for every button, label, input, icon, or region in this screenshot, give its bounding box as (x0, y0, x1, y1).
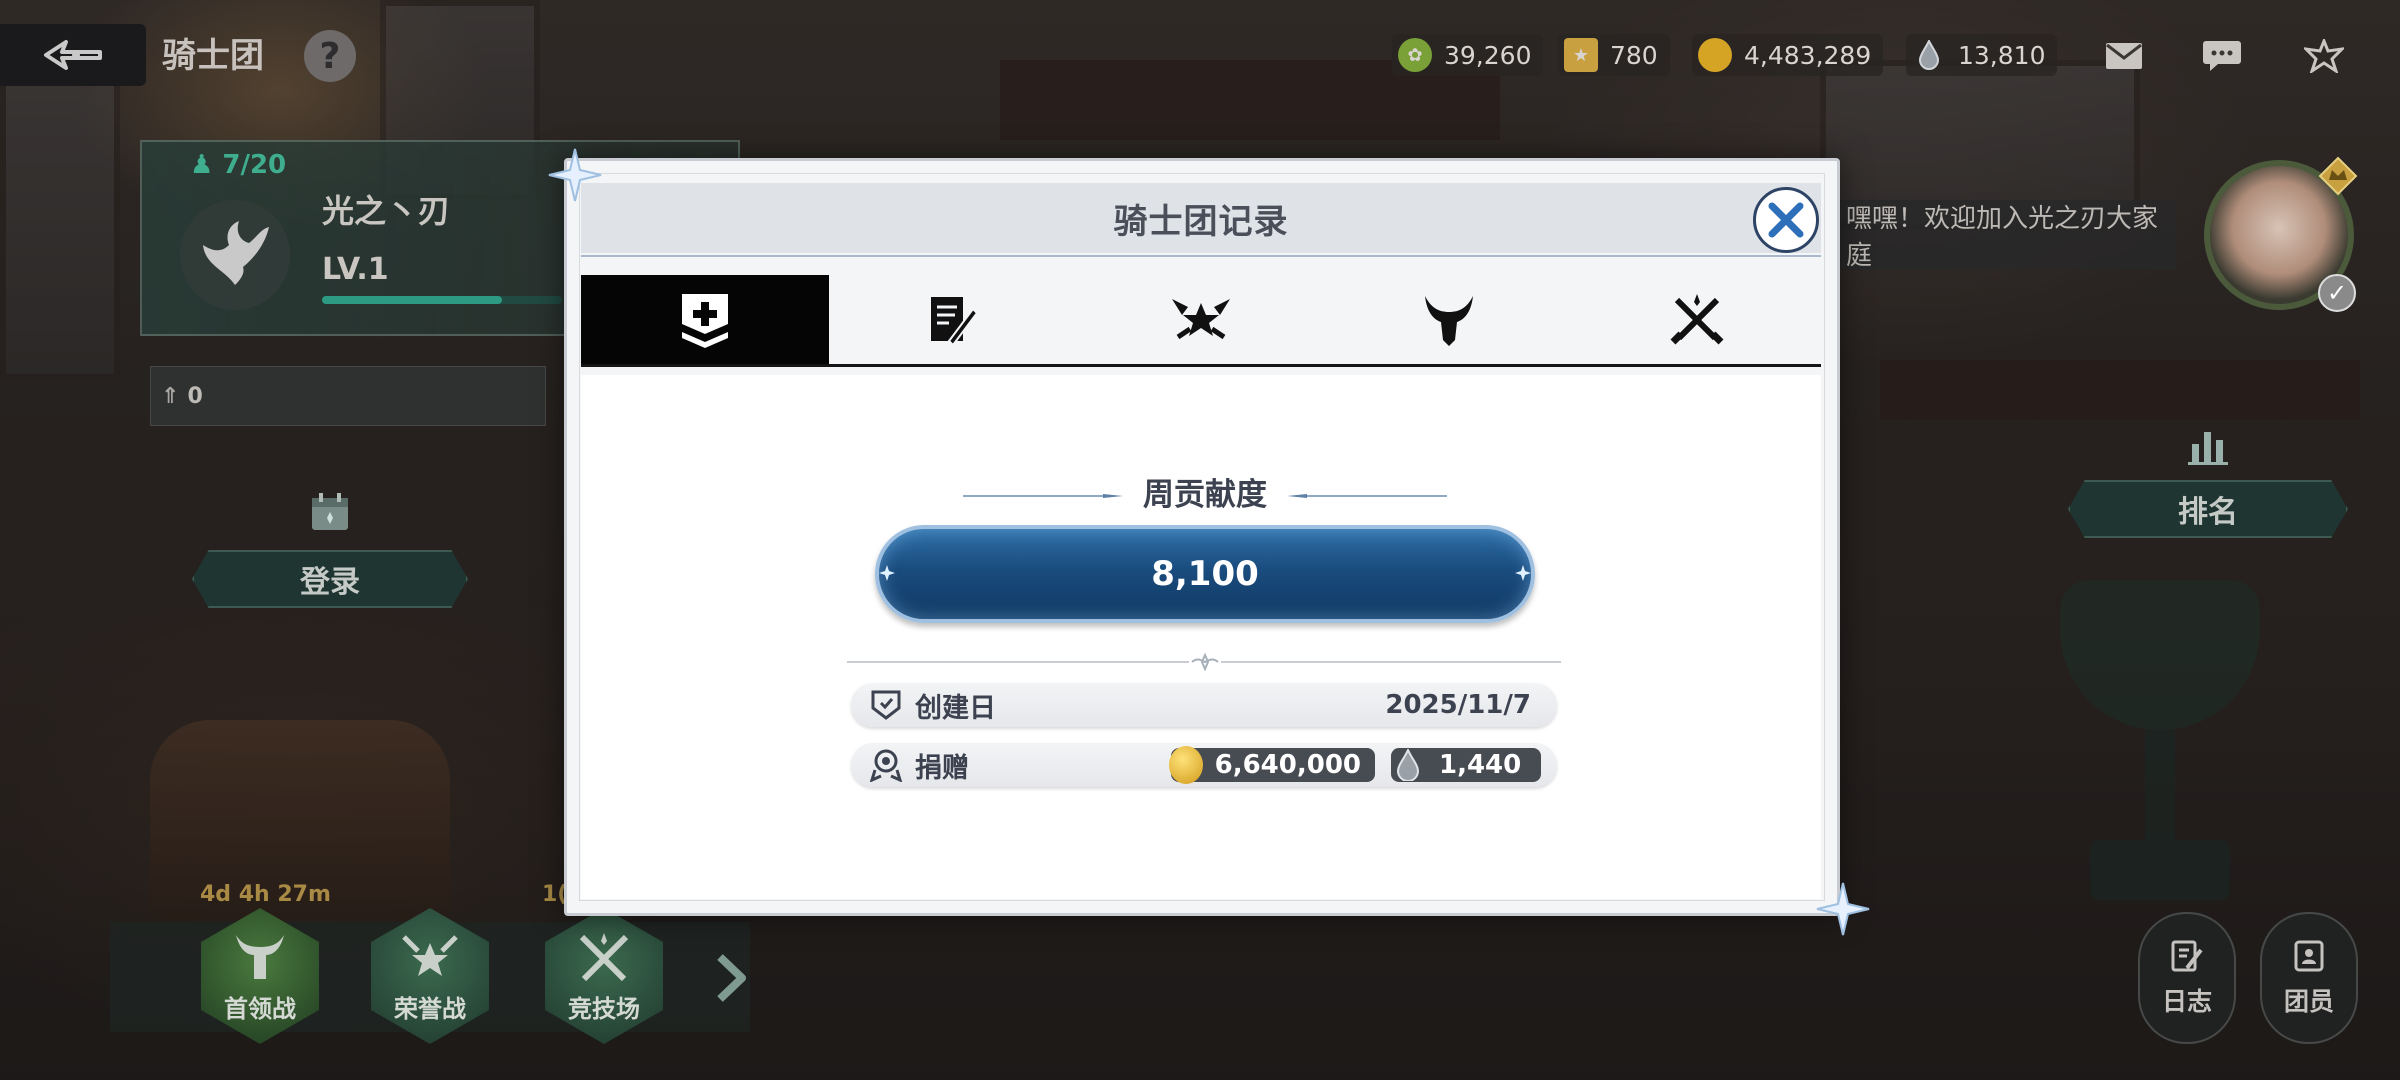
log-pen-icon (931, 296, 979, 347)
currency-medal[interactable]: ★ 780 (1558, 34, 1670, 76)
mail-button[interactable] (2102, 36, 2146, 76)
weekly-contribution-value: 8,100 (875, 525, 1535, 623)
page-title: 骑士团 (162, 36, 264, 76)
title-ornament-right (1287, 494, 1447, 498)
guild-xp-bar (322, 296, 562, 304)
back-button[interactable] (0, 24, 146, 86)
rank-up-icon: ⇑ (161, 383, 180, 409)
guild-member-count-value: 7/20 (222, 150, 287, 180)
currency-gold-coin[interactable]: 4,483,289 (1692, 34, 1884, 76)
crystal-drop-icon (1389, 746, 1427, 784)
chat-bubble-icon (2203, 41, 2241, 71)
donation-gold-value: 6,640,000 (1214, 750, 1361, 780)
created-date-label: 创建日 (915, 692, 996, 724)
green-coin-icon: ✿ (1398, 38, 1432, 72)
gold-coin-icon (1698, 38, 1732, 72)
donation-crystal-chip: 1,440 (1391, 748, 1541, 782)
boss-horns-icon (236, 935, 284, 979)
guild-name: 光之丶刃 (322, 192, 451, 230)
sparkle-icon (1515, 565, 1531, 581)
created-date-row: 创建日 2025/11/7 (851, 683, 1557, 727)
ranking-chart-icon (2186, 424, 2230, 468)
crown-icon (2316, 154, 2360, 198)
guild-shield-icon (682, 293, 728, 348)
header-divider (581, 255, 1821, 257)
record-tabs (581, 275, 1821, 367)
guild-rank-row: ⇑ 0 (150, 366, 546, 426)
donation-medal-icon (867, 746, 905, 784)
currency-crystal[interactable]: 13,810 (1906, 34, 2058, 76)
close-icon (1768, 202, 1804, 238)
dialog-title: 骑士团记录 (1113, 201, 1289, 242)
arena-swords-icon (1670, 293, 1724, 344)
guild-xp-fill (322, 296, 502, 304)
currency-value: 780 (1610, 40, 1658, 70)
donation-gold-chip: 6,640,000 (1169, 746, 1375, 784)
dock-item-label: 首领战 (224, 995, 296, 1023)
login-button[interactable]: 登录 (192, 550, 468, 608)
dock-next-button[interactable] (708, 950, 752, 1006)
ranking-button[interactable]: 排名 (2068, 480, 2348, 538)
tab-log[interactable] (829, 275, 1077, 364)
guild-emblem[interactable] (180, 200, 290, 310)
dock-item-label: 竞技场 (568, 995, 640, 1023)
settings-button[interactable] (2302, 36, 2346, 76)
member-card-icon (2294, 940, 2324, 972)
guild-member-count: ♟ 7/20 (190, 150, 286, 180)
guild-badge-icon (867, 686, 905, 724)
currency-value: 13,810 (1958, 40, 2046, 70)
honor-battle-button[interactable]: 荣誉战 (370, 908, 490, 1048)
emblem-settings-icon (2304, 39, 2344, 73)
guild-level: LV.1 (322, 252, 389, 287)
help-button[interactable]: ? (304, 30, 356, 82)
guild-rank-value: 0 (187, 383, 203, 409)
log-pen-icon (2171, 940, 2203, 972)
crystal-drop-icon (1912, 38, 1946, 72)
mail-icon (2106, 43, 2142, 69)
weekly-contribution-label: 周贡献度 (1143, 477, 1267, 513)
currency-green-coin[interactable]: ✿ 39,260 (1392, 34, 1544, 76)
divider-ornament-icon (1189, 651, 1221, 673)
tab-guild-info[interactable] (581, 275, 829, 364)
dialog-body (581, 375, 1821, 899)
donation-label: 捐赠 (915, 752, 969, 784)
donation-crystal-value: 1,440 (1439, 750, 1522, 780)
tab-arena[interactable] (1573, 275, 1821, 364)
phoenix-emblem-icon (203, 221, 269, 285)
checkmark-icon: ✓ (2318, 274, 2356, 312)
medal-icon: ★ (1564, 38, 1598, 72)
honor-battle-icon (1172, 298, 1230, 339)
members-button[interactable]: 团员 (2260, 912, 2358, 1044)
log-label: 日志 (2161, 987, 2212, 1016)
back-arrow-icon (44, 40, 102, 70)
boss-horns-icon (1425, 295, 1473, 346)
arena-swords-icon (579, 933, 629, 982)
arena-button[interactable]: 竞技场 (544, 908, 664, 1048)
dock-item-label: 荣誉战 (394, 995, 466, 1023)
event-timer: 4d 4h 27m (200, 882, 331, 907)
members-label: 团员 (2283, 987, 2334, 1016)
corner-ornament-icon (1816, 882, 1870, 936)
member-icon: ♟ (190, 150, 214, 180)
chat-button[interactable] (2200, 36, 2244, 76)
guild-chat-banner[interactable]: 嘿嘿！欢迎加入光之刃大家庭 (1836, 200, 2176, 271)
dialog-header: 骑士团记录 (581, 183, 1821, 253)
tab-honor-battle[interactable] (1077, 275, 1325, 364)
close-button[interactable] (1753, 187, 1819, 253)
chevron-right-icon (717, 954, 746, 1002)
corner-ornament-icon (548, 148, 602, 202)
gold-coin-icon (1169, 746, 1203, 784)
tab-boss-battle[interactable] (1325, 275, 1573, 364)
log-button[interactable]: 日志 (2138, 912, 2236, 1044)
currency-value: 39,260 (1444, 40, 1532, 70)
sparkle-icon (879, 565, 895, 581)
guild-record-dialog: 骑士团记录 周贡献度 8,100 创建日 2025/11/7 捐赠 6,640,… (548, 148, 1870, 936)
honor-battle-icon (402, 935, 458, 976)
boss-battle-button[interactable]: 首领战 (200, 908, 320, 1048)
calendar-icon (308, 490, 352, 534)
created-date-value: 2025/11/7 (1385, 690, 1531, 720)
currency-value: 4,483,289 (1744, 40, 1872, 70)
